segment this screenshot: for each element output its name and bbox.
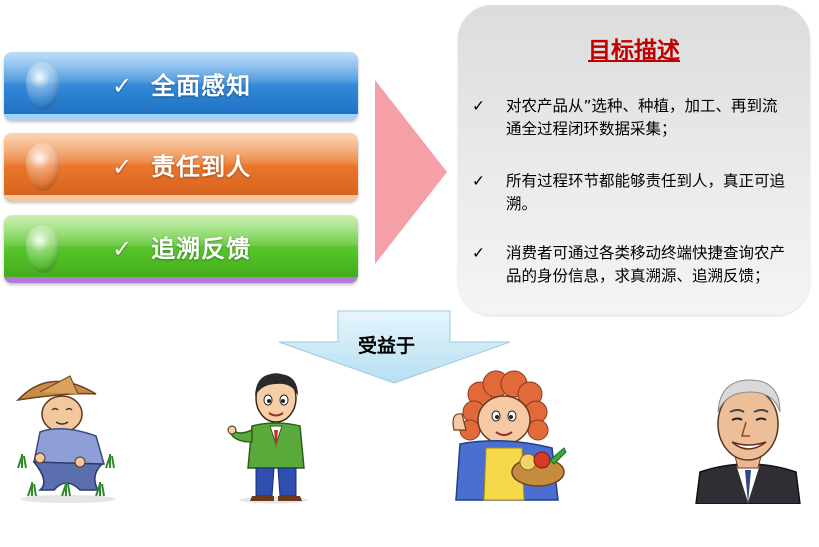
farmer-icon [15, 375, 116, 503]
goal-item: ✓ 所有过程环节都能够责任到人，真正可追溯。 [472, 170, 792, 216]
water-drop-icon [26, 143, 60, 191]
benefit-label: 受益于 [358, 335, 416, 357]
bar-label: ✓ 追溯反馈 [112, 215, 251, 283]
check-icon: ✓ [472, 244, 485, 262]
water-drop-icon [26, 225, 60, 273]
bar-underline [4, 114, 358, 120]
bar-text: 追溯反馈 [151, 235, 252, 263]
goal-item-text: 消费者可通过各类移动终端快捷查询农产品的身份信息，求真溯源、追溯反馈； [506, 244, 786, 285]
bar-text: 全面感知 [151, 72, 252, 100]
check-icon: ✓ [472, 97, 485, 115]
pink-right-arrow-icon [375, 80, 447, 264]
goal-item: ✓ 消费者可通过各类移动终端快捷查询农产品的身份信息，求真溯源、追溯反馈； [472, 242, 792, 288]
check-icon: ✓ [112, 72, 134, 100]
check-icon: ✓ [112, 153, 134, 181]
bar-responsibility: ✓ 责任到人 [4, 133, 358, 201]
goal-item-text: 对农产品从”选种、种植，加工、再到流通全过程闭环数据采集； [506, 97, 778, 138]
bar-underline [4, 195, 358, 201]
bar-text: 责任到人 [151, 153, 252, 181]
check-icon: ✓ [112, 235, 134, 263]
bar-label: ✓ 责任到人 [112, 133, 251, 201]
goal-item-text: 所有过程环节都能够责任到人，真正可追溯。 [506, 172, 786, 213]
consumer-icon [452, 370, 567, 501]
bar-underline [4, 277, 358, 283]
bar-label: ✓ 全面感知 [112, 52, 251, 120]
executive-icon [695, 379, 801, 504]
panel-title: 目标描述 [588, 38, 680, 64]
goal-item: ✓ 对农产品从”选种、种植，加工、再到流通全过程闭环数据采集； [472, 95, 792, 141]
goal-description-panel: 目标描述 ✓ 对农产品从”选种、种植，加工、再到流通全过程闭环数据采集； ✓ 所… [458, 5, 810, 315]
businessman-icon [227, 373, 308, 504]
bar-traceability: ✓ 追溯反馈 [4, 215, 358, 283]
bar-full-perception: ✓ 全面感知 [4, 52, 358, 120]
water-drop-icon [26, 62, 60, 110]
check-icon: ✓ [472, 172, 485, 190]
